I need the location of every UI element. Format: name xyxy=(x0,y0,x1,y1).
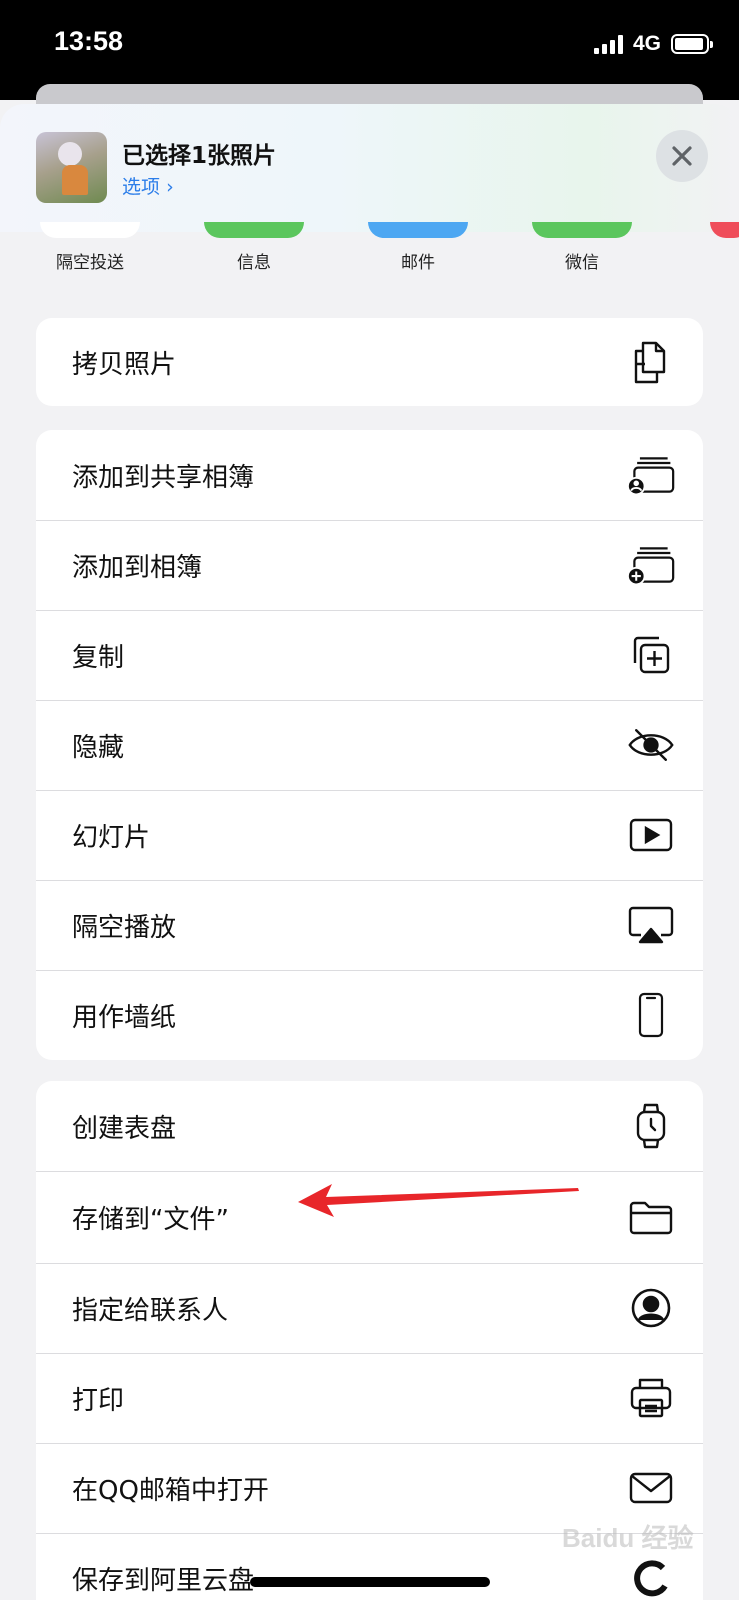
action-slideshow[interactable]: 幻灯片 xyxy=(36,790,703,880)
app-icon-wechat[interactable] xyxy=(532,222,632,238)
action-print[interactable]: 打印 xyxy=(36,1353,703,1443)
action-label: 隔空播放 xyxy=(72,912,177,943)
action-label: 幻灯片 xyxy=(72,822,151,853)
action-label: 保存到阿里云盘 xyxy=(72,1565,255,1596)
play-icon xyxy=(627,811,675,859)
action-add-shared-album[interactable]: 添加到共享相簿 xyxy=(36,430,703,520)
action-label: 指定给联系人 xyxy=(72,1295,229,1326)
home-indicator[interactable] xyxy=(250,1577,490,1587)
network-type: 4G xyxy=(632,32,661,55)
action-copy-photo[interactable]: 拷贝照片 xyxy=(36,318,703,406)
add-album-icon xyxy=(627,541,675,589)
action-label: 拷贝照片 xyxy=(72,349,177,380)
cloud-app-icon xyxy=(627,1554,675,1600)
battery-icon xyxy=(671,34,713,54)
action-label: 存储到“文件” xyxy=(72,1204,229,1235)
action-label: 用作墙纸 xyxy=(72,1002,177,1033)
contact-icon xyxy=(627,1284,675,1332)
signal-strength-icon xyxy=(593,34,623,54)
options-link[interactable]: 选项 › xyxy=(122,172,174,199)
action-label: 打印 xyxy=(72,1385,125,1416)
options-label: 选项 xyxy=(122,176,161,198)
action-create-watch-face[interactable]: 创建表盘 xyxy=(36,1081,703,1171)
action-label: 添加到共享相簿 xyxy=(72,462,255,493)
printer-icon xyxy=(627,1374,675,1422)
watch-icon xyxy=(627,1102,675,1150)
app-label-messages: 信息 xyxy=(237,253,271,273)
watermark-logo: Baidu 经验 xyxy=(562,1523,694,1553)
folder-icon xyxy=(627,1193,675,1241)
shared-album-icon xyxy=(627,451,675,499)
share-sheet-header xyxy=(0,104,739,232)
app-label-wechat: 微信 xyxy=(565,253,599,273)
mail-icon xyxy=(627,1464,675,1512)
close-icon xyxy=(672,146,692,166)
app-label-mail: 邮件 xyxy=(401,253,435,273)
airplay-icon xyxy=(627,901,675,949)
app-icon-airdrop[interactable] xyxy=(40,222,140,238)
action-assign-to-contact[interactable]: 指定给联系人 xyxy=(36,1263,703,1353)
app-icon-messages[interactable] xyxy=(204,222,304,238)
action-group-2: 添加到共享相簿 添加到相簿 复制 隐藏 幻灯片 隔空播放 用作墙纸 xyxy=(36,430,703,1060)
action-duplicate[interactable]: 复制 xyxy=(36,610,703,700)
status-time: 13:58 xyxy=(54,26,124,56)
action-group-1: 拷贝照片 xyxy=(36,318,703,406)
action-label: 复制 xyxy=(72,642,125,673)
iphone-icon xyxy=(627,991,675,1039)
copy-icon xyxy=(627,338,675,386)
action-label: 创建表盘 xyxy=(72,1113,177,1144)
action-airplay[interactable]: 隔空播放 xyxy=(36,880,703,970)
action-label: 添加到相簿 xyxy=(72,552,203,583)
action-add-album[interactable]: 添加到相簿 xyxy=(36,520,703,610)
photo-thumbnail xyxy=(36,132,107,203)
status-indicators: 4G xyxy=(593,32,713,56)
action-label: 在QQ邮箱中打开 xyxy=(72,1475,269,1506)
action-label: 隐藏 xyxy=(72,732,125,763)
selection-title: 已选择1张照片 xyxy=(122,143,277,169)
app-icon-mail[interactable] xyxy=(368,222,468,238)
annotation-arrow xyxy=(298,1184,579,1217)
eye-slash-icon xyxy=(627,721,675,769)
app-icon-next[interactable] xyxy=(710,222,739,238)
action-hide[interactable]: 隐藏 xyxy=(36,700,703,790)
chevron-right-icon: › xyxy=(166,176,174,198)
close-button[interactable] xyxy=(656,130,708,182)
app-label-airdrop: 隔空投送 xyxy=(56,253,124,273)
action-use-as-wallpaper[interactable]: 用作墙纸 xyxy=(36,970,703,1060)
duplicate-icon xyxy=(627,631,675,679)
